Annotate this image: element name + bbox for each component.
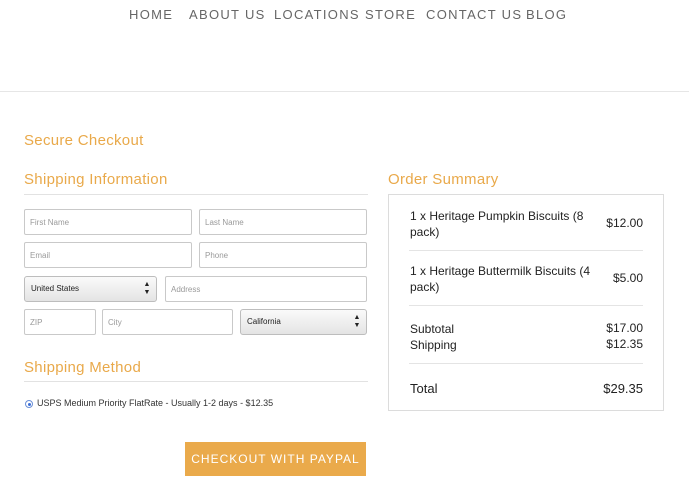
select-arrows-icon: ▲ ▼	[353, 314, 361, 329]
order-item-price: $12.00	[606, 216, 643, 230]
order-summary-divider	[409, 250, 643, 251]
state-select-value: California	[247, 317, 281, 326]
city-field[interactable]	[102, 309, 233, 335]
main-nav: HOME ABOUT US LOCATIONS STORE CONTACT US…	[0, 0, 689, 92]
zip-field[interactable]	[24, 309, 96, 335]
shipping-method-heading: Shipping Method	[24, 359, 142, 376]
total-value: $29.35	[603, 381, 643, 396]
nav-contact-us[interactable]: CONTACT US	[426, 7, 522, 22]
order-item-description: 1 x Heritage Pumpkin Biscuits (8 pack)	[410, 209, 584, 239]
state-select[interactable]: California ▲ ▼	[240, 309, 367, 335]
last-name-field[interactable]	[199, 209, 367, 235]
order-summary-divider	[409, 363, 643, 364]
select-arrows-icon: ▲ ▼	[143, 281, 151, 296]
shipping-cost-label: Shipping	[410, 338, 457, 352]
email-field[interactable]	[24, 242, 192, 268]
country-select[interactable]: United States ▲ ▼	[24, 276, 157, 302]
nav-blog[interactable]: BLOG	[526, 7, 567, 22]
nav-home[interactable]: HOME	[129, 7, 173, 22]
total-label: Total	[410, 381, 438, 396]
shipping-cost-value: $12.35	[606, 337, 643, 351]
subtotal-label: Subtotal	[410, 322, 455, 336]
shipping-information-heading: Shipping Information	[24, 171, 168, 188]
shipping-method-divider	[24, 381, 368, 382]
order-summary-divider	[409, 305, 643, 306]
phone-field[interactable]	[199, 242, 367, 268]
address-field[interactable]	[165, 276, 367, 302]
checkout-with-paypal-button[interactable]: CHECKOUT WITH PAYPAL	[185, 442, 366, 476]
subtotal-value: $17.00	[606, 321, 643, 335]
shipping-option-radio[interactable]	[25, 400, 33, 408]
nav-locations[interactable]: LOCATIONS	[274, 7, 360, 22]
nav-store[interactable]: STORE	[365, 7, 416, 22]
shipping-option-label[interactable]: USPS Medium Priority FlatRate - Usually …	[37, 398, 273, 408]
order-summary-heading: Order Summary	[388, 171, 499, 188]
country-select-value: United States	[31, 284, 80, 293]
first-name-field[interactable]	[24, 209, 192, 235]
shipping-information-divider	[24, 194, 368, 195]
order-summary-panel: 1 x Heritage Pumpkin Biscuits (8 pack) $…	[388, 194, 664, 411]
order-item-description: 1 x Heritage Buttermilk Biscuits (4 pack…	[410, 264, 591, 294]
nav-about-us[interactable]: ABOUT US	[189, 7, 266, 22]
page-title: Secure Checkout	[24, 132, 144, 149]
order-item-price: $5.00	[612, 271, 643, 285]
